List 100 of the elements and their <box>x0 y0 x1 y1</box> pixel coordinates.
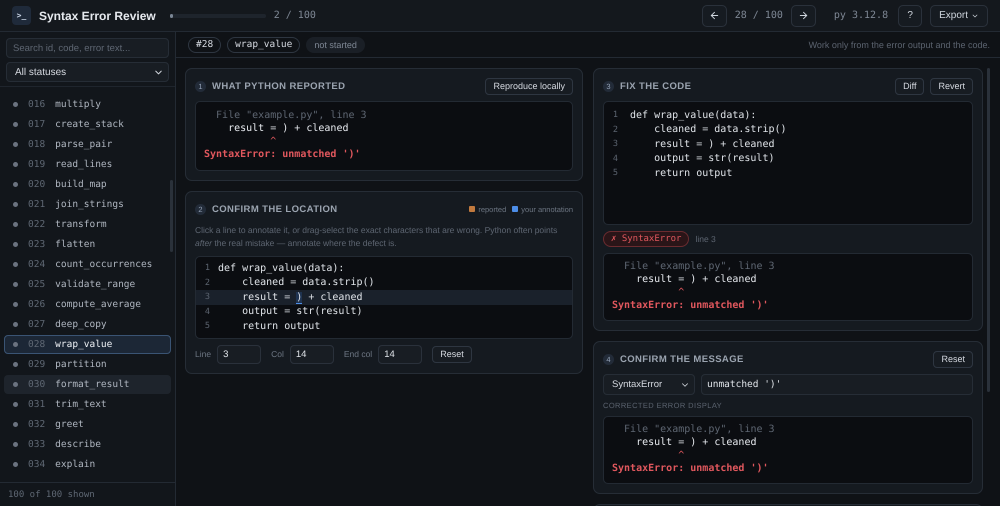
section-title: WHAT PYTHON REPORTED <box>212 80 346 92</box>
message-field[interactable]: unmatched ')' <box>701 374 973 395</box>
code-line[interactable]: cleaned = data.strip() <box>218 277 375 288</box>
task-id-chip: #28 <box>188 36 222 52</box>
task-name: flatten <box>55 239 96 250</box>
previous-button[interactable] <box>702 4 727 26</box>
task-id: 017 <box>28 119 46 130</box>
task-name: describe <box>55 439 101 450</box>
task-list-item[interactable]: 033 describe <box>4 435 171 454</box>
task-list-item[interactable]: 019 read_lines <box>4 155 171 174</box>
task-list-item[interactable]: 030 format_result <box>4 375 171 394</box>
code-line: def wrap_value(data): <box>629 110 756 121</box>
toolbar-button[interactable]: Revert <box>930 78 973 94</box>
reset-button[interactable]: Reset <box>432 346 472 362</box>
app-title: Syntax Error Review <box>39 8 156 22</box>
task-id: 024 <box>28 259 46 270</box>
task-name: create_stack <box>55 119 124 130</box>
task-name: greet <box>55 419 84 430</box>
section-title: CONFIRM THE MESSAGE <box>620 354 744 364</box>
task-list-item[interactable]: 022 transform <box>4 215 171 234</box>
task-list-item[interactable]: 021 join_strings <box>4 195 171 214</box>
reset-button[interactable]: Reset <box>933 350 973 368</box>
task-list-item[interactable]: 028 wrap_value <box>4 335 171 354</box>
field-label: End col <box>344 349 372 359</box>
task-id: 016 <box>28 99 46 110</box>
task-name: read_lines <box>55 159 112 170</box>
export-button[interactable]: Export <box>930 4 988 26</box>
help-button[interactable]: ? <box>898 4 922 26</box>
task-list-item[interactable]: 031 trim_text <box>4 395 171 414</box>
code-line[interactable]: result = ) + cleaned <box>218 292 363 303</box>
task-id: 018 <box>28 139 46 150</box>
status-dot <box>13 282 18 287</box>
task-name: compute_average <box>55 299 141 310</box>
line-number: 3 <box>612 139 619 150</box>
error-type-select[interactable]: SyntaxError <box>603 374 695 395</box>
search-field[interactable]: Search id, code, error text... <box>6 38 169 58</box>
error-badge: ✗ SyntaxError <box>603 231 690 247</box>
traceback-output: File "example.py", line 3 result = ) + cleaned ^ SyntaxError: unmatched ')' <box>603 253 973 321</box>
code-line[interactable]: output = str(result) <box>218 306 362 318</box>
terminal-logo: >_ <box>12 6 31 25</box>
reproduce-button[interactable]: Reproduce locally <box>485 78 573 94</box>
arrow-left-icon <box>708 10 720 21</box>
line-number: 4 <box>204 306 211 317</box>
task-list-item[interactable]: 020 build_map <box>4 175 171 194</box>
status-dot <box>13 342 18 347</box>
task-id: 026 <box>28 299 46 310</box>
task-name: trim_text <box>55 399 107 410</box>
task-name: validate_range <box>55 279 136 290</box>
next-button[interactable] <box>790 4 816 26</box>
task-list-item[interactable]: 034 explain <box>4 455 171 474</box>
task-id: 028 <box>28 339 46 350</box>
code-line: output = str(result) <box>653 153 774 164</box>
task-list-item[interactable]: 026 compute_average <box>4 295 171 314</box>
code-viewer[interactable]: 1 def wrap_value(data): 2 cleaned = data.strip() 3 result = ) + cleaned 4 output = str(result) 5 return output <box>195 256 573 338</box>
toolbar-button[interactable]: Diff <box>895 78 924 94</box>
task-list-item[interactable]: 024 count_occurrences <box>4 255 171 274</box>
status-dot <box>13 262 18 267</box>
python-version: py 3.12.8 <box>834 10 888 21</box>
number-field[interactable]: 14 <box>290 344 334 364</box>
task-id: 034 <box>28 459 46 470</box>
task-name: explain <box>55 459 96 470</box>
status-dot <box>13 362 18 367</box>
task-list-item[interactable]: 027 deep_copy <box>4 315 171 334</box>
section-title: CONFIRM THE LOCATION <box>212 204 338 214</box>
status-select[interactable]: All statuses <box>6 62 169 82</box>
task-list-item[interactable]: 018 parse_pair <box>4 135 171 154</box>
task-list-item[interactable]: 029 partition <box>4 355 171 374</box>
code-line[interactable]: return output <box>218 320 320 332</box>
task-name: build_map <box>55 179 107 190</box>
task-name: multiply <box>55 99 101 110</box>
code-line: result = ) + cleaned <box>653 138 774 150</box>
task-name: join_strings <box>55 199 124 210</box>
status-dot <box>13 442 18 447</box>
task-id: 020 <box>28 179 46 190</box>
task-id: 023 <box>28 239 46 250</box>
status-dot <box>13 382 18 387</box>
traceback-output: File "example.py", line 3 result = ) + cleaned ^ SyntaxError: unmatched ')' <box>195 101 573 171</box>
number-field[interactable]: 3 <box>217 344 262 364</box>
status-dot <box>13 122 18 127</box>
task-counter: 28 / 100 <box>734 10 783 21</box>
line-number: 2 <box>612 124 619 135</box>
task-list-item[interactable]: 017 create_stack <box>4 115 171 134</box>
line-number: 2 <box>204 278 211 288</box>
legend-swatch <box>469 206 476 212</box>
field-label: Line <box>195 349 212 359</box>
code-line[interactable]: def wrap_value(data): <box>218 262 344 274</box>
task-list-item[interactable]: 023 flatten <box>4 235 171 254</box>
task-name: parse_pair <box>55 139 112 150</box>
task-id: 033 <box>28 439 46 450</box>
line-number: 4 <box>612 154 619 164</box>
number-field[interactable]: 14 <box>378 344 422 364</box>
task-list-item[interactable]: 032 greet <box>4 415 171 434</box>
task-list-item[interactable]: 016 multiply <box>4 95 171 114</box>
task-list-item[interactable]: 025 validate_range <box>4 275 171 294</box>
status-dot <box>13 202 18 207</box>
code-editor[interactable]: 1 def wrap_value(data): 2 cleaned = data.strip() 3 result = ) + cleaned 4 output = str(result) 5 return output <box>603 101 973 225</box>
status-dot <box>13 462 18 467</box>
status-dot <box>13 142 18 147</box>
task-name: transform <box>55 219 107 230</box>
task-id: 022 <box>28 219 46 230</box>
